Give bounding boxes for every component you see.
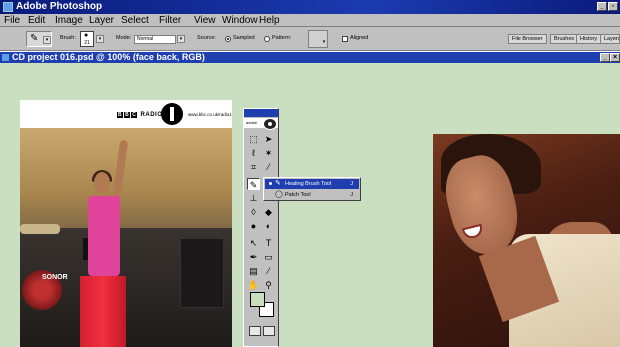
menu-filter[interactable]: Filter — [159, 15, 181, 26]
type-tool-icon[interactable]: T — [262, 237, 275, 249]
color-swatches — [250, 292, 274, 318]
eraser-tool-icon[interactable]: ◊ — [247, 206, 260, 218]
microphone — [83, 238, 88, 260]
healing-brush-icon: ✎ — [275, 180, 281, 187]
slice-tool-icon[interactable]: ⁄ — [262, 161, 275, 173]
healing-tools-flyout: ✎ Healing Brush Tool J ◯ Patch Tool J — [263, 177, 361, 201]
toolbox-palette: adobe ⬚ ➤ ℓ ✶ ⌗ ⁄ ✎ ✐ ⊥ ↺ ◊ ◆ ● ◐ ↖ T ✒ … — [243, 108, 279, 347]
menu-edit[interactable]: Edit — [28, 15, 45, 26]
magic-wand-tool-icon[interactable]: ✶ — [262, 147, 275, 159]
sampled-radio[interactable] — [225, 36, 231, 42]
bbc-radio1-banner: BBC RADIO www.bbc.co.uk/radio1 — [20, 100, 232, 128]
aligned-checkbox[interactable] — [342, 36, 348, 42]
clone-stamp-tool-icon[interactable]: ⊥ — [247, 192, 260, 204]
pattern-picker[interactable]: ▾ — [308, 30, 328, 48]
flyout-item-label: Patch Tool — [285, 192, 311, 198]
stage-light-rig — [20, 224, 60, 234]
portrait-photo[interactable] — [433, 134, 620, 347]
singer-red-trousers — [80, 276, 126, 347]
tool-preset-picker[interactable]: ✎ ▾ — [26, 31, 52, 47]
hand-tool-icon[interactable]: ✋ — [247, 279, 260, 291]
blur-tool-icon[interactable]: ● — [247, 220, 260, 232]
bbc-url-text: www.bbc.co.uk/radio1 — [188, 112, 232, 117]
menu-select[interactable]: Select — [121, 15, 149, 26]
dodge-tool-icon[interactable]: ◐ — [262, 220, 275, 232]
singer-head — [94, 172, 110, 194]
menu-help[interactable]: Help — [259, 15, 280, 26]
app-titlebar: Adobe Photoshop _ ▫ — [0, 0, 620, 14]
pattern-radio[interactable] — [264, 36, 270, 42]
tab-file-browser[interactable]: File Browser — [508, 34, 547, 44]
zoom-tool-icon[interactable]: ⚲ — [262, 279, 275, 291]
menu-view[interactable]: View — [194, 15, 216, 26]
concert-photo[interactable]: SONOR — [20, 128, 232, 347]
mode-dropdown-icon[interactable]: ▾ — [177, 35, 185, 43]
toolbox-titlebar[interactable] — [244, 109, 278, 117]
minimize-button[interactable]: _ — [597, 2, 607, 11]
flyout-item-label: Healing Brush Tool — [285, 181, 332, 187]
adobe-eye-icon[interactable] — [263, 118, 277, 130]
source-label: Source: — [197, 35, 216, 41]
document-titlebar: CD project 016.psd @ 100% (face back, RG… — [0, 52, 620, 63]
sampled-label: Sampled — [233, 35, 255, 41]
move-tool-icon[interactable]: ➤ — [262, 133, 275, 145]
gradient-tool-icon[interactable]: ◆ — [262, 206, 275, 218]
tab-brushes[interactable]: Brushes — [550, 34, 579, 44]
restore-button[interactable]: ▫ — [608, 2, 618, 11]
doc-minimize-button[interactable]: _ — [600, 53, 610, 62]
photoshop-app-icon — [3, 2, 13, 12]
lasso-tool-icon[interactable]: ℓ — [247, 147, 260, 159]
tab-layers[interactable]: Layers — [600, 34, 620, 44]
flyout-item-healing-brush[interactable]: ✎ Healing Brush Tool J — [265, 179, 359, 189]
mode-select[interactable]: Normal — [134, 35, 176, 44]
app-title: Adobe Photoshop — [16, 1, 103, 12]
document-icon — [2, 54, 9, 61]
document-title: CD project 016.psd @ 100% (face back, RG… — [12, 52, 205, 62]
bbc-letter-c: C — [131, 112, 138, 118]
flyout-shortcut: J — [350, 181, 353, 187]
flyout-shortcut: J — [350, 192, 353, 198]
menu-bar: File Edit Image Layer Select Filter View… — [0, 14, 620, 27]
bbc-letter-b1: B — [117, 112, 124, 118]
menu-window[interactable]: Window — [222, 15, 258, 26]
eyedropper-tool-icon[interactable]: ⁄ — [262, 265, 275, 277]
pattern-label: Pattern: — [272, 35, 292, 41]
pattern-dropdown-icon[interactable]: ▾ — [320, 39, 328, 47]
marquee-tool-icon[interactable]: ⬚ — [247, 133, 260, 145]
bbc-letter-b2: B — [124, 112, 131, 118]
pen-tool-icon[interactable]: ✒ — [247, 251, 260, 263]
shape-tool-icon[interactable]: ▭ — [262, 251, 275, 263]
options-bar: ✎ ▾ Brush: ● 21 ▾ Mode: Normal ▾ Source:… — [0, 27, 620, 51]
brush-label: Brush: — [60, 35, 76, 41]
healing-brush-icon: ✎ — [30, 33, 39, 44]
quick-mask-mode-button[interactable] — [263, 326, 275, 336]
healing-brush-tool-icon[interactable]: ✎ — [247, 178, 260, 190]
path-selection-tool-icon[interactable]: ↖ — [247, 237, 260, 249]
brush-picker[interactable]: ● 21 — [80, 31, 94, 47]
singer-raised-arm — [111, 139, 129, 203]
menu-layer[interactable]: Layer — [89, 15, 114, 26]
menu-file[interactable]: File — [4, 15, 20, 26]
doc-close-button[interactable]: × — [610, 53, 620, 62]
notes-tool-icon[interactable]: ▤ — [247, 265, 260, 277]
tab-history[interactable]: History — [576, 34, 602, 44]
radio-word: RADIO — [140, 112, 163, 118]
chevron-down-icon[interactable]: ▾ — [43, 36, 51, 44]
speaker-stack — [180, 238, 224, 308]
selected-bullet-icon — [269, 182, 272, 185]
radio1-logo-icon — [161, 103, 183, 125]
patch-icon: ◯ — [275, 191, 283, 198]
flyout-item-patch[interactable]: ◯ Patch Tool J — [265, 190, 359, 200]
crop-tool-icon[interactable]: ⌗ — [247, 161, 260, 173]
aligned-label: Aligned — [350, 35, 369, 41]
standard-mode-button[interactable] — [249, 326, 261, 336]
singer-pink-top — [88, 196, 120, 276]
mode-label: Mode: — [116, 35, 132, 41]
foreground-color-swatch[interactable] — [250, 292, 265, 307]
brush-size: 21 — [84, 40, 90, 46]
brush-dropdown-icon[interactable]: ▾ — [96, 35, 104, 43]
drum-brand-text: SONOR — [42, 274, 68, 281]
menu-image[interactable]: Image — [55, 15, 83, 26]
bbc-radio-logo: BBC RADIO — [117, 112, 162, 118]
